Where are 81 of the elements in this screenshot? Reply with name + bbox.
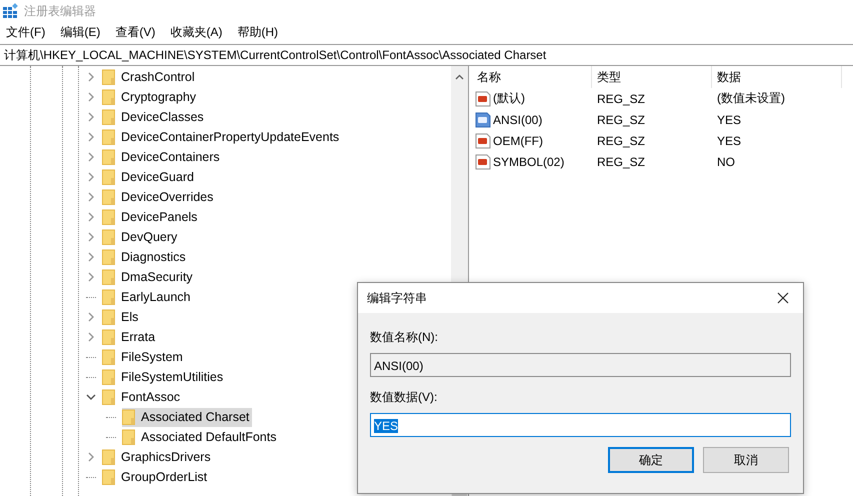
folder-icon [102,129,115,145]
folder-icon [102,469,115,485]
expander-icon[interactable] [86,392,96,402]
column-header[interactable]: 名称 [472,66,592,88]
tree-item[interactable]: DeviceContainerPropertyUpdateEvents [102,128,342,146]
close-icon[interactable] [777,292,789,304]
menu-item[interactable]: 编辑(E) [60,24,100,40]
value-data: YES [716,112,742,126]
registry-editor-icon [2,3,18,19]
dialog-button[interactable]: 确定 [608,447,694,473]
folder-icon [102,209,115,225]
tree-item[interactable]: GroupOrderList [102,468,210,486]
tree-connector [86,476,96,478]
folder-icon [102,269,115,285]
value-type: REG_SZ [596,134,646,148]
tree-connector [86,296,96,298]
folder-icon [102,329,115,345]
folder-icon [122,429,135,445]
folder-icon [102,149,115,165]
tree-item[interactable]: DevQuery [102,228,180,246]
tree-item[interactable]: FileSystemUtilities [102,368,226,386]
tree-item[interactable]: FileSystem [102,348,186,366]
tree-item[interactable]: DeviceOverrides [102,188,216,206]
value-name[interactable]: ANSI(00) [493,112,542,126]
tree-item[interactable]: Diagnostics [102,248,189,266]
window-title: 注册表编辑器 [24,2,96,20]
tree-connector [106,416,116,418]
value-name[interactable]: OEM(FF) [493,134,543,148]
scroll-up-icon[interactable] [455,74,464,80]
folder-icon [102,289,115,305]
value-name[interactable]: (默认) [493,90,525,107]
folder-icon [102,389,115,405]
folder-icon [102,109,115,125]
value-name[interactable]: SYMBOL(02) [493,154,564,168]
tree-item[interactable]: Associated DefaultFonts [122,428,280,446]
dialog-title: 编辑字符串 [367,290,427,306]
folder-icon [102,349,115,365]
tree-item[interactable]: DeviceClasses [102,108,207,126]
tree-item[interactable]: Els [102,308,142,326]
value-data-field[interactable]: YES [370,413,791,437]
value-data: YES [716,134,742,148]
folder-icon [102,229,115,245]
tree-item[interactable]: CrashControl [102,68,198,86]
value-type: REG_SZ [596,154,646,168]
value-data: NO [716,154,736,168]
folder-icon [102,369,115,385]
tree-item[interactable]: Associated Charset [122,408,252,426]
value-data: (数值未设置) [716,90,786,107]
value-type: REG_SZ [596,112,646,126]
tree-connector [86,376,96,378]
folder-icon [102,249,115,265]
value-type: REG_SZ [596,92,646,106]
menu-item[interactable]: 文件(F) [6,24,46,40]
value-name-field[interactable]: ANSI(00) [370,353,791,377]
menu-item[interactable]: 查看(V) [115,24,156,40]
tree-item[interactable]: GraphicsDrivers [102,448,214,466]
tree-item[interactable]: DmaSecurity [102,268,196,286]
field-label: 数值数据(V): [370,389,438,406]
folder-icon [102,309,115,325]
address-bar[interactable]: 计算机\HKEY_LOCAL_MACHINE\SYSTEM\CurrentControlSet\Control\FontAssoc\Associated Charset [0,44,853,66]
column-header[interactable]: 类型 [592,66,712,88]
tree-item[interactable]: FontAssoc [102,388,184,406]
folder-icon [102,69,115,85]
tree-item[interactable]: Errata [102,328,158,346]
folder-icon [102,169,115,185]
folder-icon [102,189,115,205]
dialog-button[interactable]: 取消 [703,447,789,473]
tree-item[interactable]: DeviceContainers [102,148,223,166]
tree-connector [106,436,116,438]
tree-item[interactable]: DeviceGuard [102,168,197,186]
column-header[interactable]: 数据 [712,66,842,88]
tree-item[interactable]: DevicePanels [102,208,200,226]
menu-item[interactable]: 帮助(H) [237,24,278,40]
tree-item[interactable]: EarlyLaunch [102,288,194,306]
folder-icon [122,409,135,425]
menu-item[interactable]: 收藏夹(A) [170,24,222,40]
folder-icon [102,449,115,465]
tree-item[interactable]: Cryptography [102,88,200,106]
folder-icon [102,89,115,105]
tree-connector [86,356,96,358]
field-label: 数值名称(N): [370,329,439,346]
